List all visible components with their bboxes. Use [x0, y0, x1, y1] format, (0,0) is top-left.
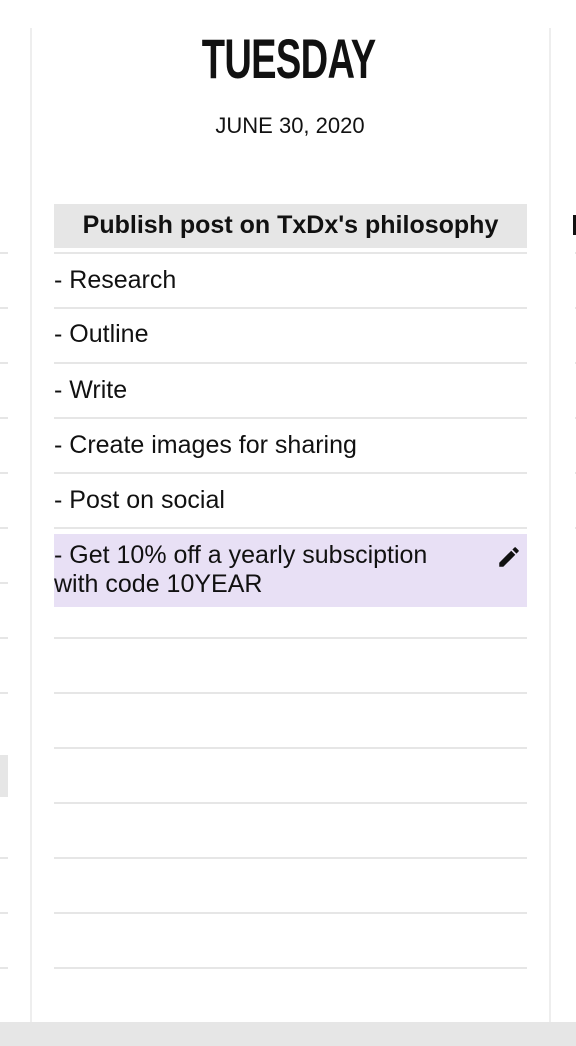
day-date: JUNE 30, 2020	[215, 113, 365, 138]
row-divider	[54, 362, 527, 364]
task-header[interactable]: Publish post on TxDx's philosophy	[54, 204, 527, 248]
day-column: TUESDAY JUNE 30, 2020 Publish post on Tx…	[0, 0, 576, 1046]
task-item[interactable]: - Create images for sharing	[54, 431, 527, 460]
row-divider	[54, 747, 527, 749]
task-item[interactable]: - Write	[54, 376, 527, 405]
highlighted-task-text: - Get 10% off a yearly subsciption with …	[54, 541, 428, 598]
task-item[interactable]: - Outline	[54, 320, 527, 349]
row-divider	[54, 912, 527, 914]
row-divider	[54, 692, 527, 694]
pencil-icon[interactable]	[496, 544, 522, 570]
row-divider	[54, 527, 527, 529]
row-divider	[54, 307, 527, 309]
row-divider	[54, 417, 527, 419]
row-divider	[54, 472, 527, 474]
highlighted-task-item[interactable]: - Get 10% off a yearly subsciption with …	[54, 534, 527, 607]
row-divider	[54, 967, 527, 969]
row-divider	[54, 857, 527, 859]
row-divider	[54, 637, 527, 639]
day-name-heading: TUESDAY	[201, 27, 376, 90]
bottom-bar	[0, 1022, 576, 1046]
row-divider	[54, 802, 527, 804]
task-item[interactable]: - Post on social	[54, 486, 527, 515]
row-divider	[54, 252, 527, 254]
task-item[interactable]: - Research	[54, 266, 527, 295]
